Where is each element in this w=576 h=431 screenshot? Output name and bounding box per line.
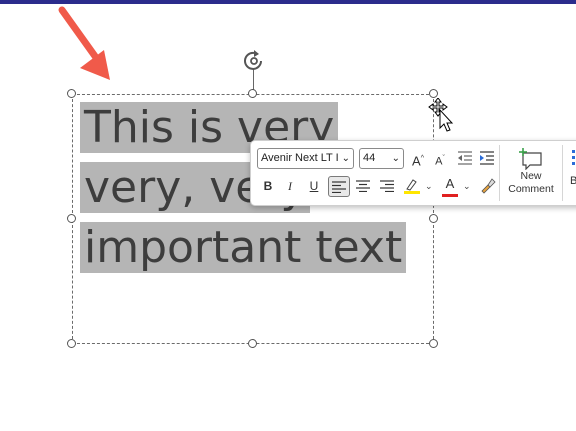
- chevron-down-icon[interactable]: ⌄: [425, 181, 433, 192]
- bold-button[interactable]: B: [259, 176, 277, 197]
- chevron-down-icon: ⌄: [391, 153, 400, 164]
- resize-handle-right[interactable]: [429, 214, 438, 223]
- resize-handle-bottom[interactable]: [248, 339, 257, 348]
- font-name-dropdown[interactable]: Avenir Next LT I ⌄: [257, 148, 354, 169]
- new-comment-icon: [519, 148, 542, 170]
- more-label: B: [570, 175, 576, 187]
- resize-handle-top[interactable]: [248, 89, 257, 98]
- shrink-font-button[interactable]: Aˇ: [431, 148, 449, 169]
- resize-handle-left[interactable]: [67, 214, 76, 223]
- align-right-icon[interactable]: [380, 180, 394, 192]
- underline-button[interactable]: U: [305, 176, 323, 197]
- new-comment-label-1: New: [520, 170, 542, 182]
- chevron-down-icon[interactable]: ⌄: [463, 181, 471, 192]
- font-size-value: 44: [363, 152, 376, 164]
- italic-button[interactable]: I: [281, 176, 299, 197]
- grow-font-button[interactable]: A^: [409, 148, 427, 169]
- decrease-indent-icon[interactable]: [457, 150, 473, 166]
- move-cursor-icon: [428, 98, 454, 132]
- align-left-icon: [332, 181, 346, 194]
- floating-mini-toolbar: Avenir Next LT I ⌄ 44 ⌄ A^ Aˇ B I U ⌄ A: [250, 140, 576, 206]
- toolbar-separator: [562, 145, 563, 201]
- rotate-handle-icon[interactable]: [242, 50, 266, 72]
- font-size-dropdown[interactable]: 44 ⌄: [359, 148, 404, 169]
- new-comment-button[interactable]: New Comment: [503, 147, 559, 201]
- resize-handle-top-right[interactable]: [429, 89, 438, 98]
- text-line-3[interactable]: important text: [80, 222, 407, 273]
- resize-handle-top-left[interactable]: [67, 89, 76, 98]
- font-name-value: Avenir Next LT I: [261, 152, 339, 164]
- toolbar-separator: [499, 145, 500, 201]
- format-painter-icon[interactable]: [479, 177, 497, 195]
- font-color-button[interactable]: A: [441, 175, 459, 197]
- highlighter-icon[interactable]: [403, 177, 421, 195]
- red-arrow-annotation: [58, 6, 110, 80]
- increase-indent-icon[interactable]: [479, 150, 495, 166]
- align-left-button[interactable]: [328, 176, 350, 197]
- resize-handle-bottom-left[interactable]: [67, 339, 76, 348]
- align-center-icon[interactable]: [356, 180, 370, 192]
- new-comment-label-2: Comment: [508, 183, 554, 195]
- chevron-down-icon: ⌄: [339, 149, 350, 168]
- resize-handle-bottom-right[interactable]: [429, 339, 438, 348]
- more-options-icon[interactable]: [571, 149, 576, 165]
